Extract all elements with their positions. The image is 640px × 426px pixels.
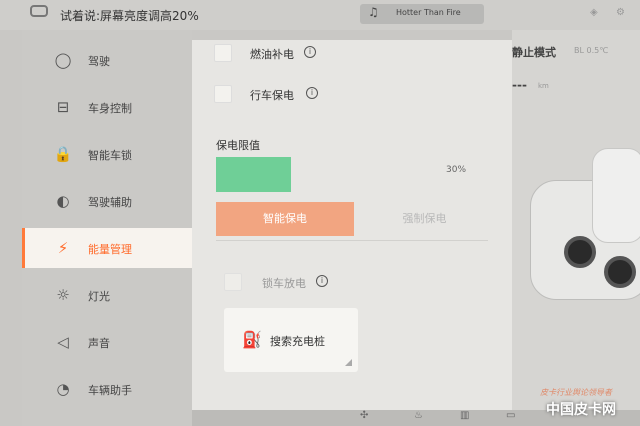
wheel-icon bbox=[564, 236, 596, 268]
sidebar-item-smart-lock[interactable]: 🔒 智能车锁 bbox=[22, 134, 192, 174]
smart-protect-button[interactable]: 智能保电 bbox=[216, 202, 354, 236]
watermark-brand: 中国皮卡网 bbox=[546, 402, 616, 418]
car-icon[interactable]: ▭ bbox=[506, 410, 515, 421]
sidebar-item-label: 驾驶 bbox=[88, 55, 110, 68]
info-icon[interactable]: i bbox=[306, 87, 318, 99]
range-unit: km bbox=[538, 82, 549, 90]
mode-sub: BL 0.5℃ bbox=[574, 46, 609, 55]
driver-assist-icon: ◐ bbox=[56, 192, 70, 210]
drive-protect-label: 行车保电 bbox=[250, 89, 294, 102]
drive-protect-checkbox[interactable] bbox=[214, 85, 232, 103]
sidebar-item-sound[interactable]: ◁ 声音 bbox=[22, 322, 192, 362]
sidebar-item-label: 灯光 bbox=[88, 290, 110, 303]
watermark-tagline: 皮卡行业舆论领导者 bbox=[540, 388, 612, 397]
sidebar-item-label: 驾驶辅助 bbox=[88, 196, 132, 209]
sidebar-item-label: 车身控制 bbox=[88, 102, 132, 115]
status-bar: 试着说:屏幕亮度调高20% ♫ Hotter Than Fire ◈ ⚙ bbox=[0, 0, 640, 30]
protect-limit-percent: 30% bbox=[446, 165, 467, 175]
fuel-charge-label: 燃油补电 bbox=[250, 48, 294, 61]
voice-hint: 试着说:屏幕亮度调高20% bbox=[60, 9, 199, 23]
sidebar-item-energy[interactable]: ⚡ 能量管理 bbox=[22, 228, 192, 268]
voice-icon[interactable] bbox=[30, 5, 48, 17]
sidebar-item-label: 能量管理 bbox=[88, 243, 132, 256]
range-value: --- bbox=[512, 78, 527, 92]
car-body-icon: ⊟ bbox=[56, 98, 70, 116]
mode-title: 静止模式 bbox=[512, 46, 556, 59]
lock-icon: 🔒 bbox=[53, 145, 73, 163]
vehicle-assistant-icon: ◔ bbox=[56, 380, 70, 398]
protect-limit-title: 保电限值 bbox=[216, 139, 260, 152]
sidebar: ◯ 驾驶 ⊟ 车身控制 🔒 智能车锁 ◐ 驾驶辅助 ⚡ 能量管理 ☼ 灯光 ◁ … bbox=[22, 30, 192, 426]
steering-wheel-icon: ◯ bbox=[54, 51, 72, 69]
fan-icon[interactable]: ✣ bbox=[360, 410, 368, 421]
protect-limit-slider[interactable] bbox=[216, 157, 466, 192]
info-icon[interactable]: i bbox=[316, 275, 328, 287]
sidebar-item-body-control[interactable]: ⊟ 车身控制 bbox=[22, 87, 192, 127]
divider bbox=[216, 240, 488, 241]
defrost-icon[interactable]: ▥ bbox=[460, 410, 469, 421]
energy-icon: ⚡ bbox=[57, 239, 69, 257]
charging-pile-icon: ⛽ bbox=[242, 330, 262, 349]
media-title: Hotter Than Fire bbox=[396, 8, 461, 17]
sidebar-item-label: 车辆助手 bbox=[88, 384, 132, 397]
music-icon: ♫ bbox=[368, 5, 379, 19]
search-pile-label: 搜索充电桩 bbox=[270, 335, 325, 348]
info-icon[interactable]: i bbox=[304, 46, 316, 58]
fuel-charge-checkbox[interactable] bbox=[214, 44, 232, 62]
wheel-icon bbox=[604, 256, 636, 288]
sidebar-item-driver-assist[interactable]: ◐ 驾驶辅助 bbox=[22, 181, 192, 221]
search-pile-card[interactable]: ⛽ 搜索充电桩 bbox=[224, 308, 358, 372]
light-icon: ☼ bbox=[56, 286, 70, 304]
sidebar-item-lights[interactable]: ☼ 灯光 bbox=[22, 275, 192, 315]
sidebar-item-vehicle-assistant[interactable]: ◔ 车辆助手 bbox=[22, 369, 192, 409]
release-protect-button[interactable]: 强制保电 bbox=[362, 202, 487, 236]
vehicle-status-area: 静止模式 BL 0.5℃ --- km bbox=[512, 30, 640, 410]
vehicle-cabin bbox=[592, 148, 640, 243]
sidebar-item-driving[interactable]: ◯ 驾驶 bbox=[22, 40, 192, 80]
settings-icon[interactable]: ⚙ bbox=[616, 7, 625, 18]
seat-heat-icon[interactable]: ♨ bbox=[414, 410, 423, 421]
sidebar-item-label: 声音 bbox=[88, 337, 110, 350]
protect-limit-fill bbox=[216, 157, 291, 192]
corner-indicator bbox=[345, 359, 352, 366]
media-pill[interactable]: ♫ Hotter Than Fire bbox=[360, 4, 484, 24]
lock-discharge-checkbox[interactable] bbox=[224, 273, 242, 291]
energy-panel: 燃油补电 i 行车保电 i 保电限值 30% 智能保电 强制保电 锁车放电 i … bbox=[192, 40, 512, 426]
lock-discharge-label: 锁车放电 bbox=[262, 277, 306, 290]
sidebar-item-label: 智能车锁 bbox=[88, 149, 132, 162]
speaker-icon: ◁ bbox=[57, 333, 69, 351]
signal-icon: ◈ bbox=[590, 7, 598, 18]
